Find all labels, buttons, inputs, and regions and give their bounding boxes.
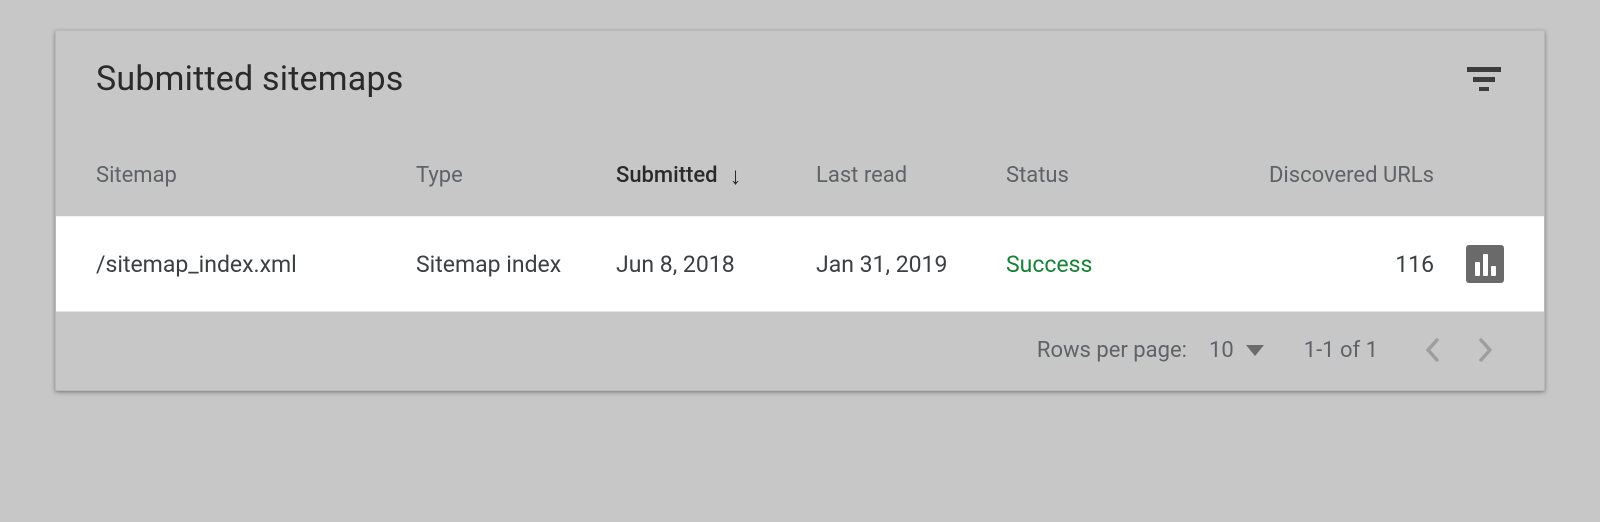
filter-icon xyxy=(1467,67,1501,91)
chevron-right-icon xyxy=(1479,338,1493,362)
submitted-sitemaps-card: Submitted sitemaps Sitemap Type Submitte… xyxy=(55,30,1545,391)
cell-last-read: Jan 31, 2019 xyxy=(816,251,1006,278)
cell-submitted: Jun 8, 2018 xyxy=(616,251,816,278)
prev-page-button[interactable] xyxy=(1414,332,1450,368)
col-header-sitemap[interactable]: Sitemap xyxy=(96,163,416,188)
chevron-left-icon xyxy=(1425,338,1439,362)
view-report-button[interactable] xyxy=(1466,245,1504,283)
card-title: Submitted sitemaps xyxy=(96,59,404,99)
card-header: Submitted sitemaps xyxy=(56,31,1544,113)
pagination-range: 1-1 of 1 xyxy=(1304,338,1378,363)
next-page-button[interactable] xyxy=(1468,332,1504,368)
col-header-type[interactable]: Type xyxy=(416,163,616,188)
table-header-row: Sitemap Type Submitted ↓ Last read Statu… xyxy=(56,113,1544,216)
table-row[interactable]: /sitemap_index.xml Sitemap index Jun 8, … xyxy=(56,216,1544,312)
bar-chart-icon xyxy=(1475,262,1480,276)
col-header-submitted-label: Submitted xyxy=(616,163,718,188)
col-header-submitted[interactable]: Submitted ↓ xyxy=(616,163,816,188)
col-header-status[interactable]: Status xyxy=(1006,163,1216,188)
cell-type: Sitemap index xyxy=(416,251,616,278)
filter-button[interactable] xyxy=(1464,59,1504,99)
col-header-last-read[interactable]: Last read xyxy=(816,163,1006,188)
chevron-down-icon xyxy=(1246,345,1264,356)
cell-discovered-urls: 116 xyxy=(1216,251,1444,278)
rows-per-page-select[interactable]: 10 xyxy=(1209,338,1264,363)
rows-per-page-value: 10 xyxy=(1209,338,1234,363)
cell-status: Success xyxy=(1006,251,1216,278)
cell-sitemap: /sitemap_index.xml xyxy=(96,251,416,278)
table-pagination: Rows per page: 10 1-1 of 1 xyxy=(56,312,1544,390)
col-header-discovered-urls[interactable]: Discovered URLs xyxy=(1216,163,1444,188)
sort-descending-icon: ↓ xyxy=(730,164,742,188)
rows-per-page-label: Rows per page: xyxy=(1037,338,1187,363)
